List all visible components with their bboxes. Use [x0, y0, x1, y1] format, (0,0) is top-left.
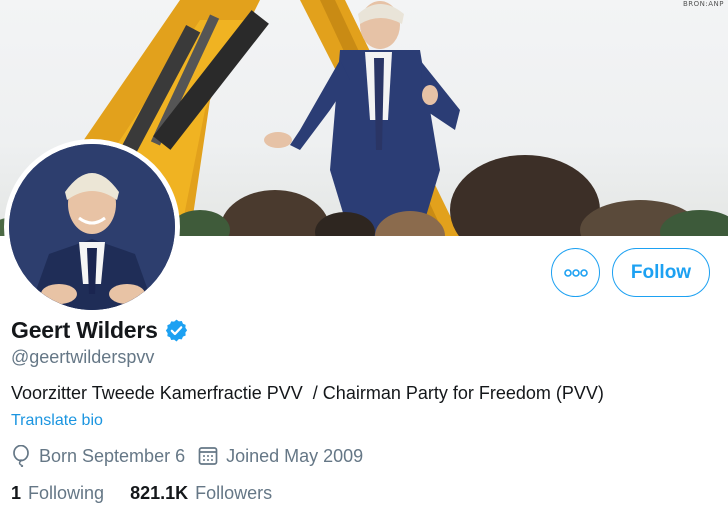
balloon-icon [13, 445, 29, 467]
verified-badge-icon [165, 319, 187, 342]
banner-watermark: BRON:ANP [682, 0, 724, 8]
followers-label: Followers [195, 483, 273, 503]
calendar-icon [198, 447, 218, 465]
translate-bio-link[interactable]: Translate bio [11, 412, 103, 430]
birthday-item: Born September 6 [11, 445, 185, 467]
profile-meta: Born September 6 Joined May 2009 [11, 445, 376, 467]
profile-handle: @geertwilderspvv [11, 347, 155, 367]
followers-link[interactable]: 821.1K Followers [130, 483, 272, 504]
follow-button[interactable]: Follow [612, 248, 710, 297]
profile-bio: Voorzitter Tweede Kamerfractie PVV / Cha… [11, 383, 604, 403]
profile-name-row: Geert Wilders [11, 317, 189, 344]
avatar[interactable] [4, 139, 180, 315]
display-name: Geert Wilders [11, 317, 158, 343]
avatar-image [9, 144, 175, 310]
more-horizontal-icon [563, 268, 588, 277]
profile-stats: 1 Following 821.1K Followers [11, 483, 298, 504]
joined-item: Joined May 2009 [198, 446, 363, 467]
birthday-text: Born September 6 [39, 445, 186, 466]
following-count: 1 [11, 483, 22, 503]
following-link[interactable]: 1 Following [11, 483, 104, 504]
following-label: Following [28, 483, 105, 503]
followers-count: 821.1K [130, 483, 189, 503]
more-options-button[interactable] [551, 248, 600, 297]
joined-text: Joined May 2009 [226, 445, 364, 466]
